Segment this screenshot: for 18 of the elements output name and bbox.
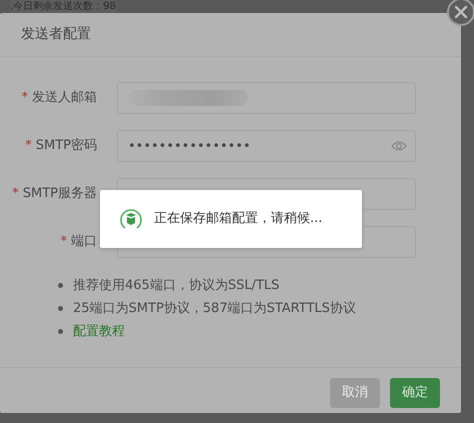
hint-text: 推荐使用465端口，协议为SSL/TLS — [73, 276, 280, 295]
field-label: * 发送人邮箱 — [20, 89, 97, 108]
dialog-title: 发送者配置 — [21, 25, 91, 44]
close-icon — [454, 5, 468, 19]
tutorial-link[interactable]: 配置教程 — [73, 322, 125, 342]
bullet-icon — [58, 283, 63, 288]
field-label: * SMTP服务器 — [11, 185, 97, 204]
confirm-button[interactable]: 确定 — [390, 378, 440, 408]
field-label: * SMTP密码 — [24, 137, 97, 156]
field-label: * 端口 — [60, 233, 97, 252]
bullet-icon — [58, 306, 63, 311]
password-field[interactable]: •••••••••••••••• — [117, 130, 416, 162]
cancel-button[interactable]: 取消 — [330, 378, 380, 408]
bullet-icon — [58, 329, 63, 334]
toast-message: 正在保存邮箱配置，请稍候... — [154, 210, 322, 228]
eye-icon[interactable] — [391, 140, 407, 152]
close-button[interactable] — [447, 0, 474, 26]
hint-text: 25端口为SMTP协议，587端口为STARTTLS协议 — [73, 300, 356, 318]
